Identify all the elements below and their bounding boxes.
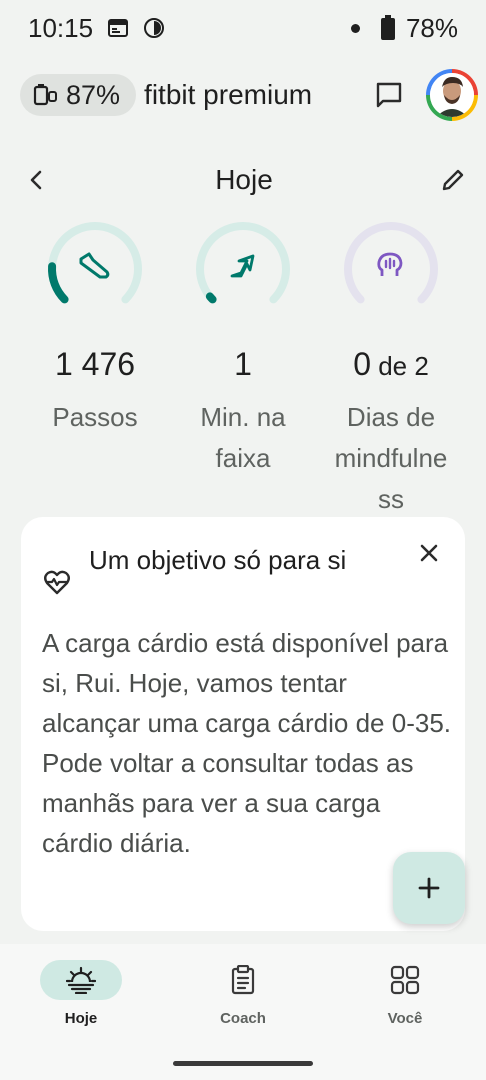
- mind-head-icon: [377, 252, 403, 276]
- edit-pencil-icon[interactable]: [438, 165, 468, 195]
- nav-label-coach: Coach: [220, 1010, 266, 1027]
- date-title: Hoje: [215, 164, 273, 195]
- nav-item-hoje[interactable]: Hoje: [26, 960, 136, 1027]
- zone-minutes-value: 1: [234, 346, 252, 382]
- card-title: Um objetivo só para si: [89, 545, 347, 575]
- zone-minutes-stat[interactable]: 1 Min. na faixa: [168, 214, 318, 479]
- mindfulness-ring: [344, 222, 438, 304]
- avatar-photo: [430, 73, 474, 117]
- steps-ring-progress: [48, 262, 69, 304]
- nav-label-voce: Você: [387, 1010, 423, 1027]
- device-battery-pill[interactable]: 87%: [20, 74, 137, 116]
- zone-minutes-label: Min. na faixa: [200, 402, 286, 473]
- chat-icon[interactable]: [374, 80, 404, 110]
- grid-icon: [390, 965, 420, 995]
- steps-ring: [48, 222, 142, 304]
- device-battery-icon: [33, 84, 57, 106]
- nav-pill-voce: [364, 960, 446, 1000]
- status-battery-percent: 78%: [405, 12, 458, 43]
- notification-dot: [350, 23, 360, 33]
- plus-icon: [418, 877, 440, 899]
- shoe-icon: [79, 252, 110, 279]
- browser-icon: [144, 18, 165, 38]
- home-indicator[interactable]: [173, 1061, 313, 1066]
- daily-goals-rings: 1 476 Passos 1 Min. na faixa 0 de 2 Dias…: [0, 214, 486, 514]
- date-nav: Hoje: [22, 152, 468, 208]
- status-time: 10:15: [28, 12, 94, 43]
- back-chevron-icon[interactable]: [22, 166, 50, 194]
- nav-label-hoje: Hoje: [64, 1010, 98, 1027]
- calendar-icon: [108, 19, 129, 37]
- heart-wave-icon: [44, 570, 70, 595]
- mindfulness-label: Dias de mindfulne ss: [334, 402, 448, 514]
- nav-item-voce[interactable]: Você: [350, 960, 460, 1027]
- battery-icon: [380, 15, 395, 40]
- mindfulness-value: 0 de 2: [353, 346, 429, 382]
- zone-minutes-ring: [196, 222, 290, 304]
- zone-minutes-ring-progress: [205, 292, 217, 304]
- add-fab-button[interactable]: [393, 852, 465, 924]
- avatar[interactable]: [426, 69, 478, 121]
- sunrise-icon: [66, 966, 96, 994]
- status-bar: 10:15 78%: [0, 0, 486, 56]
- steps-label: Passos: [52, 402, 138, 432]
- app-header: 87% fitbit premium: [20, 68, 478, 122]
- clipboard-icon: [231, 965, 255, 995]
- brand-title: fitbit premium: [144, 79, 313, 110]
- close-icon[interactable]: [415, 539, 443, 567]
- zone-arrow-icon: [230, 254, 255, 278]
- mindfulness-stat[interactable]: 0 de 2 Dias de mindfulne ss: [316, 214, 466, 520]
- nav-item-coach[interactable]: Coach: [188, 960, 298, 1027]
- device-battery-text: 87%: [66, 79, 121, 110]
- card-body: A carga cárdio está disponível para si, …: [42, 628, 452, 858]
- nav-pill-hoje: [40, 960, 122, 1000]
- steps-stat[interactable]: 1 476 Passos: [20, 214, 170, 438]
- zone-minutes-ring-track: [196, 222, 290, 304]
- steps-value: 1 476: [54, 346, 136, 382]
- bottom-nav: Hoje Coach Você: [0, 944, 486, 1080]
- nav-pill-coach: [202, 960, 284, 1000]
